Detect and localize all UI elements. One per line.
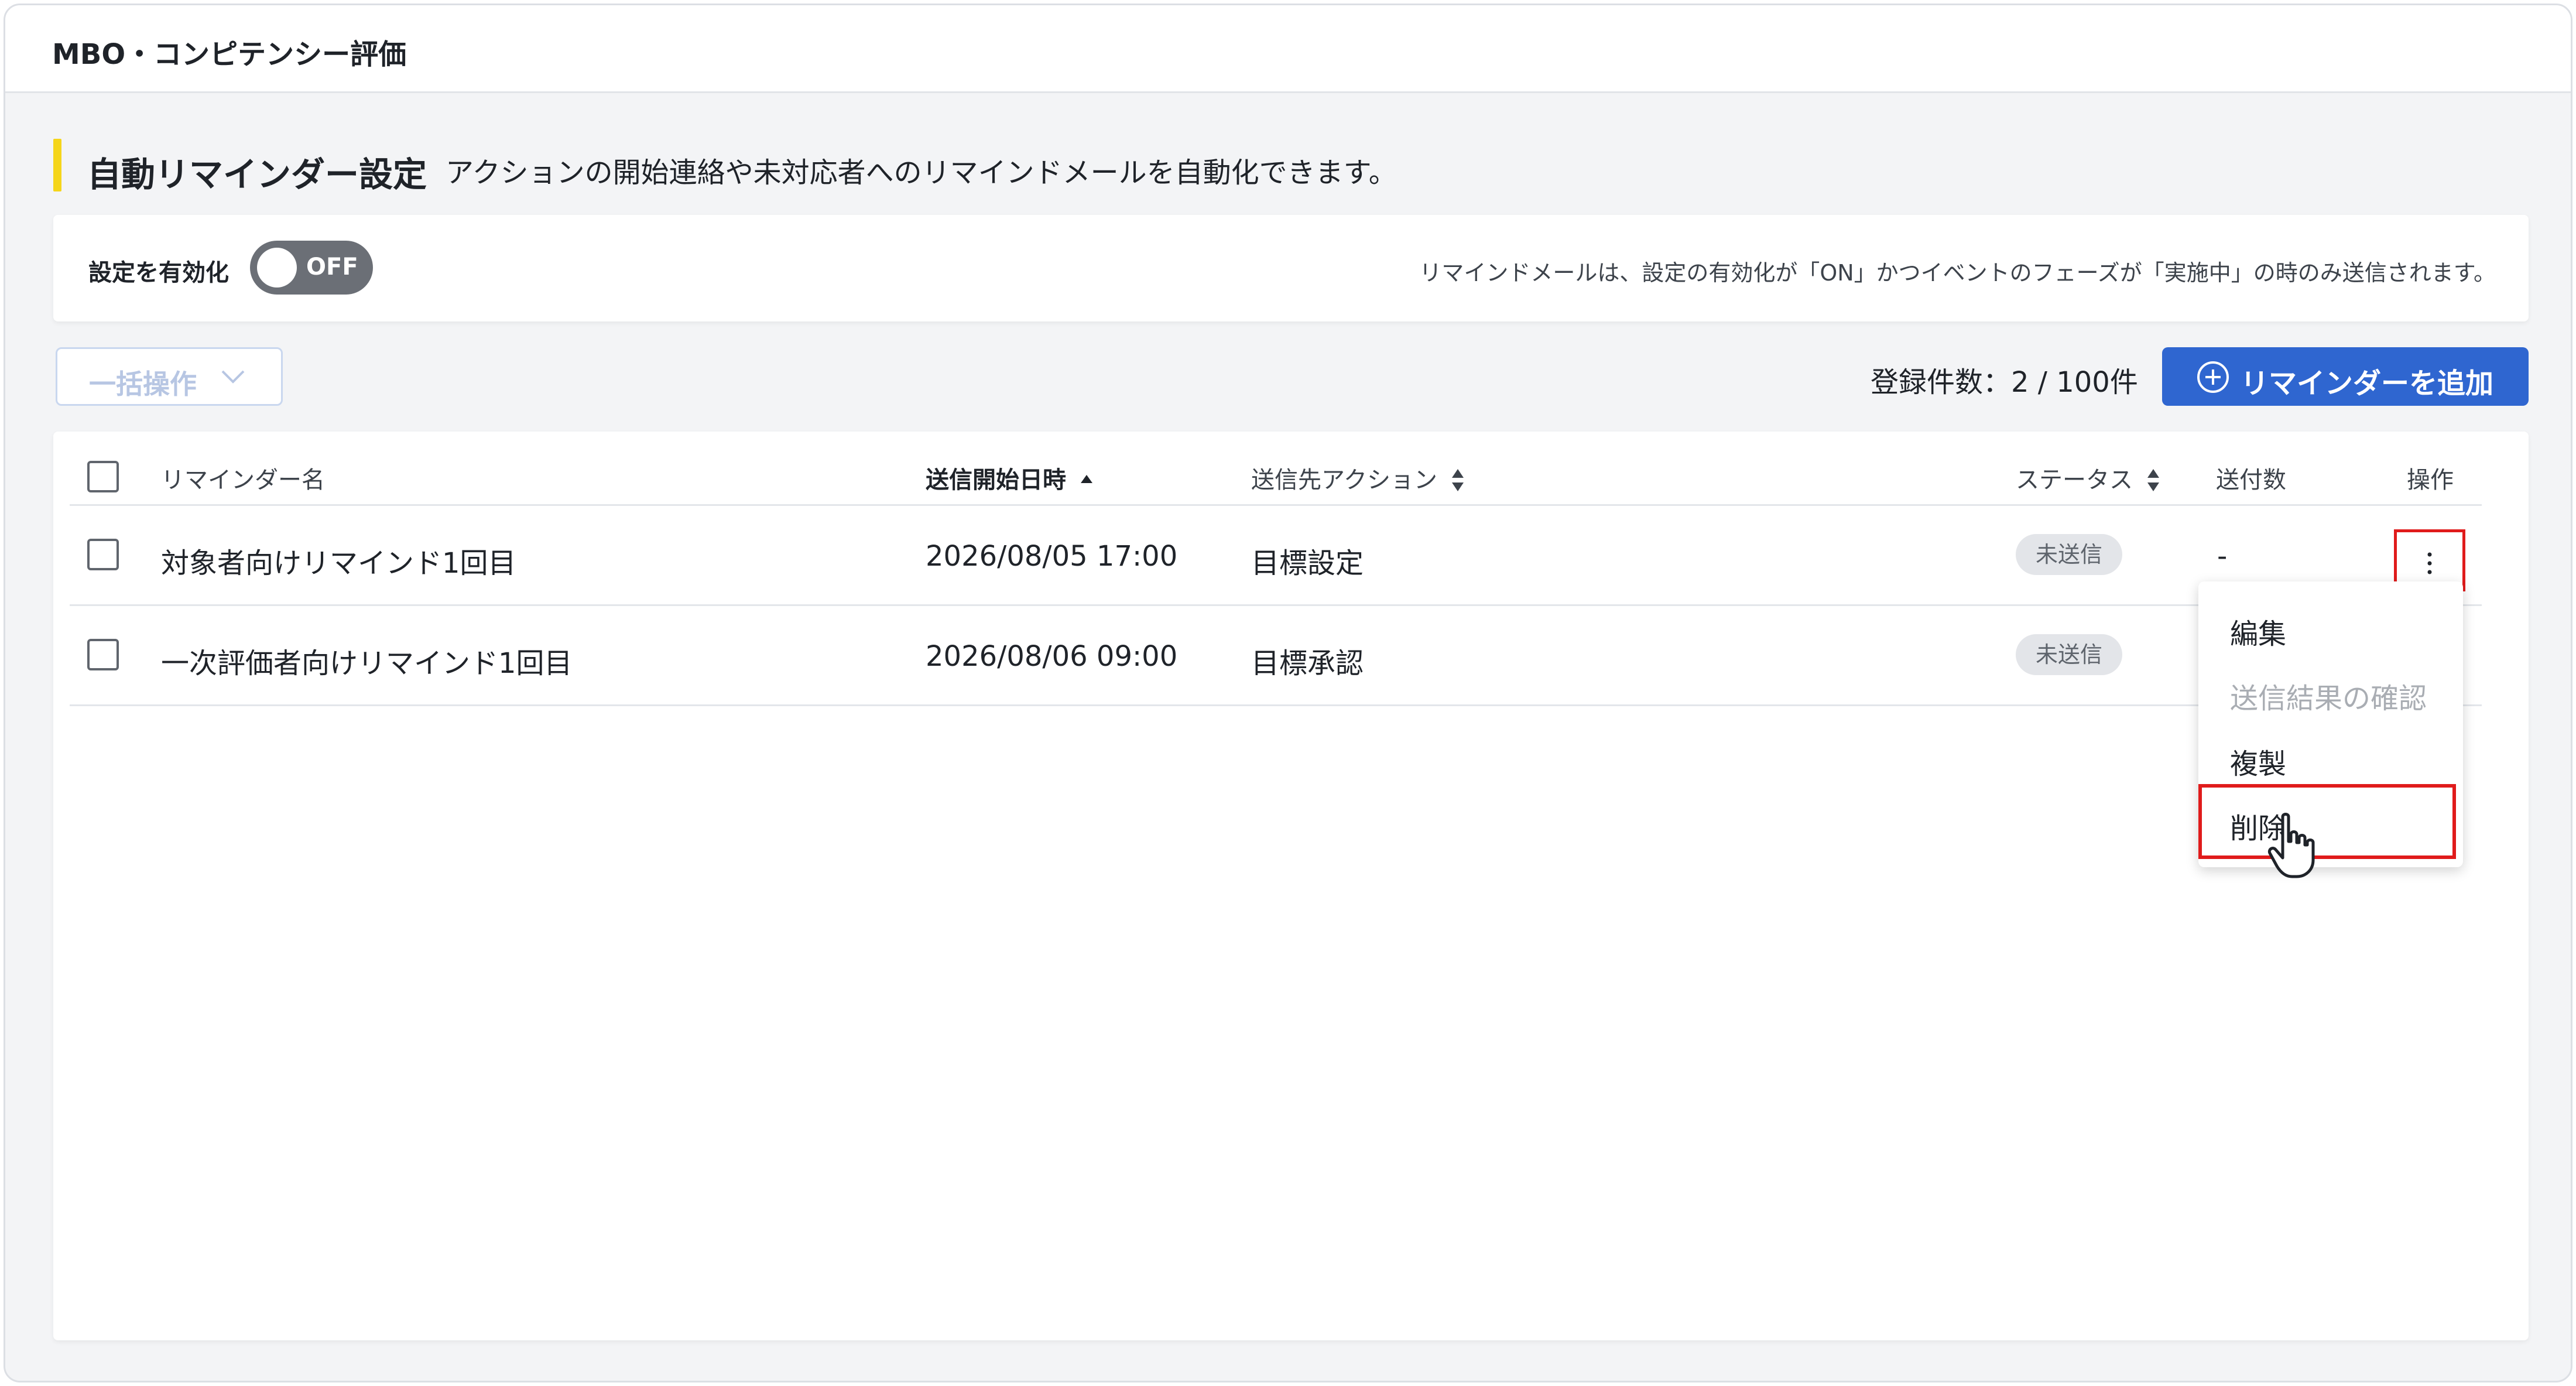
status-badge: 未送信	[2016, 534, 2122, 575]
add-reminder-button[interactable]: リマインダーを追加	[2162, 347, 2529, 406]
row-start-datetime: 2026/08/06 09:00	[926, 640, 1178, 673]
top-bar: MBO・コンピテンシー評価	[5, 5, 2571, 93]
table-row[interactable]: 一次評価者向けリマインド1回目 2026/08/06 09:00 目標承認 未送…	[53, 606, 2529, 704]
menu-item-send-results: 送信結果の確認	[2230, 682, 2427, 715]
row-start-datetime: 2026/08/05 17:00	[926, 540, 1178, 573]
registration-count: 登録件数：2 / 100件	[1871, 366, 2138, 399]
row-action: 目標承認	[1251, 647, 1364, 680]
hand-pointer-icon	[2267, 813, 2315, 878]
header-status[interactable]: ステータス	[2016, 461, 2162, 495]
bulk-action-label: 一括操作	[89, 368, 197, 400]
section-description: アクションの開始連絡や未対応者へのリマインドメールを自動化できます。	[446, 156, 1397, 189]
section-title: 自動リマインダー設定	[87, 155, 427, 194]
row-name: 対象者向けリマインド1回目	[161, 547, 516, 580]
app-title: MBO・コンピテンシー評価	[52, 38, 407, 71]
row-checkbox[interactable]	[87, 539, 119, 570]
section-accent-bar	[53, 139, 61, 191]
reminder-table: リマインダー名 送信開始日時 送信先アクション ステータス 送付数 操作 対象者…	[53, 432, 2529, 1340]
header-reminder-name: リマインダー名	[161, 467, 325, 494]
sort-icon	[2147, 469, 2159, 491]
menu-item-edit[interactable]: 編集	[2230, 611, 2286, 652]
table-header: リマインダー名 送信開始日時 送信先アクション ステータス 送付数 操作	[53, 432, 2529, 507]
header-operations: 操作	[2407, 467, 2454, 494]
chevron-down-icon	[221, 370, 245, 384]
header-send-start[interactable]: 送信開始日時	[926, 461, 1095, 495]
row-action: 目標設定	[1251, 547, 1364, 580]
settings-card: 設定を有効化 OFF リマインドメールは、設定の有効化が「ON」かつイベントのフ…	[53, 215, 2529, 321]
menu-item-duplicate[interactable]: 複製	[2230, 741, 2286, 782]
header-send-action-label: 送信先アクション	[1251, 467, 1437, 494]
more-vertical-icon	[2427, 552, 2432, 574]
row-actions-menu: 編集 送信結果の確認 複製 削除	[2198, 581, 2463, 867]
toggle-state-text: OFF	[306, 254, 358, 280]
header-send-action[interactable]: 送信先アクション	[1251, 461, 1467, 495]
header-sent-count: 送付数	[2216, 467, 2286, 494]
bulk-action-dropdown[interactable]: 一括操作	[56, 347, 283, 406]
add-reminder-label: リマインダーを追加	[2241, 367, 2494, 400]
divider	[70, 704, 2482, 706]
row-checkbox[interactable]	[87, 639, 119, 670]
header-send-start-label: 送信開始日時	[926, 467, 1066, 494]
status-badge: 未送信	[2016, 634, 2122, 675]
select-all-checkbox[interactable]	[87, 461, 119, 492]
enable-toggle[interactable]: OFF	[250, 241, 373, 295]
sort-asc-icon	[1081, 475, 1092, 483]
plus-circle-icon	[2197, 361, 2229, 393]
toggle-label: 設定を有効化	[88, 259, 229, 286]
row-sent-count: -	[2217, 540, 2228, 573]
table-row[interactable]: 対象者向けリマインド1回目 2026/08/05 17:00 目標設定 未送信 …	[53, 506, 2529, 604]
toggle-knob	[257, 248, 297, 288]
sort-icon	[1452, 469, 1464, 491]
row-name: 一次評価者向けリマインド1回目	[161, 647, 573, 680]
send-condition-notice: リマインドメールは、設定の有効化が「ON」かつイベントのフェーズが「実施中」の時…	[1419, 260, 2496, 286]
header-status-label: ステータス	[2016, 467, 2133, 494]
app-window: MBO・コンピテンシー評価 自動リマインダー設定 アクションの開始連絡や未対応者…	[4, 4, 2572, 1382]
